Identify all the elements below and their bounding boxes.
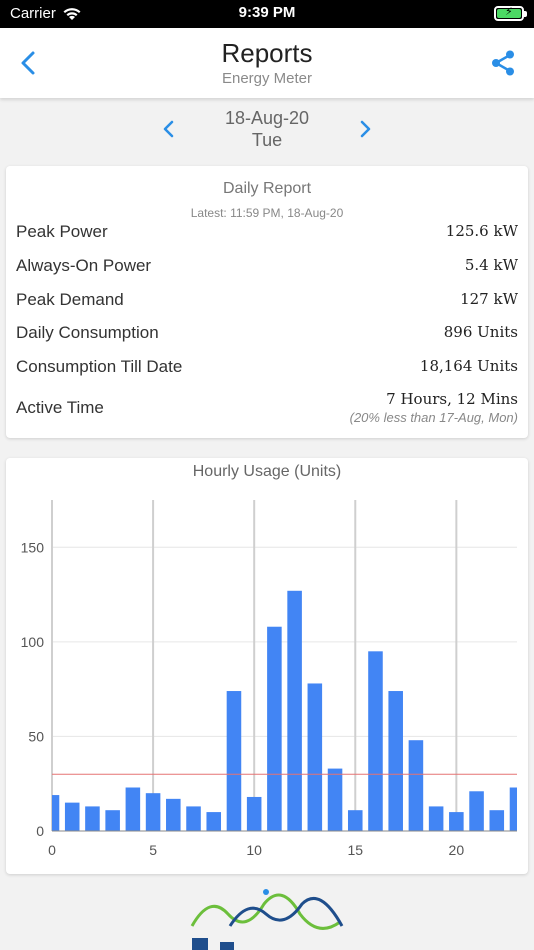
active-time-comparison: (20% less than 17-Aug, Mon) — [349, 410, 518, 425]
y-tick-label: 150 — [21, 539, 45, 555]
chart-bar — [509, 787, 517, 831]
chart-bar — [327, 768, 343, 831]
x-tick-label: 5 — [149, 842, 157, 858]
consumption-till-date-row: Consumption Till Date 18,164 Units — [16, 357, 518, 383]
chart-bar — [85, 806, 100, 831]
chart-bar — [186, 806, 201, 831]
chart-bar — [64, 802, 80, 831]
status-bar: Carrier 9:39 PM ⚡ — [0, 0, 534, 28]
chart-bar — [388, 691, 403, 831]
consumption-till-date-label: Consumption Till Date — [16, 357, 183, 376]
x-tick-label: 20 — [449, 842, 465, 858]
date-navigator: 18-Aug-20 Tue — [0, 106, 534, 156]
battery-icon: ⚡ — [494, 6, 527, 21]
chart-bar — [267, 626, 282, 831]
daily-consumption-value: 896 Units — [443, 323, 518, 341]
peak-demand-label: Peak Demand — [16, 290, 124, 309]
selected-date: 18-Aug-20 — [224, 108, 310, 128]
selected-weekday: Tue — [251, 130, 283, 150]
next-day-icon[interactable] — [354, 118, 376, 140]
chart-bar — [52, 795, 60, 831]
always-on-power-value: 5.4 kW — [464, 256, 518, 274]
page-subtitle: Energy Meter — [221, 70, 313, 87]
chart-bar — [105, 810, 120, 831]
chart-bar — [347, 810, 363, 831]
active-time-row: Active Time 7 Hours, 12 Mins (20% less t… — [16, 390, 518, 430]
chart-bar — [166, 798, 181, 831]
page-title: Reports — [221, 38, 313, 68]
peak-demand-value: 127 kW — [460, 290, 518, 308]
brand-logo — [190, 889, 344, 950]
peak-power-row: Peak Power 125.6 kW — [16, 222, 518, 248]
chart-bar — [145, 793, 161, 831]
daily-report-title: Daily Report — [222, 180, 312, 197]
chart-bar — [287, 590, 302, 831]
consumption-till-date-value: 18,164 Units — [419, 357, 518, 375]
always-on-power-label: Always-On Power — [16, 256, 152, 275]
hourly-usage-chart: 0 50 100 150 0 5 10 15 20 — [21, 500, 517, 858]
peak-demand-row: Peak Demand 127 kW — [16, 290, 518, 316]
hourly-usage-card: Hourly Usage (Units) 0 50 100 150 0 5 10 15 20 — [6, 458, 528, 874]
daily-report-card: Daily Report Latest: 11:59 PM, 18-Aug-20… — [6, 166, 528, 438]
clock: 9:39 PM — [238, 4, 296, 21]
x-tick-label: 10 — [246, 842, 262, 858]
chart-bar — [449, 812, 464, 831]
daily-consumption-row: Daily Consumption 896 Units — [16, 323, 518, 349]
share-icon[interactable] — [488, 48, 518, 78]
peak-power-label: Peak Power — [16, 222, 108, 241]
x-tick-label: 0 — [48, 842, 56, 858]
chart-bar — [469, 791, 484, 831]
nav-bar: Reports Energy Meter — [0, 28, 534, 98]
active-time-label: Active Time — [16, 398, 104, 417]
x-tick-label: 15 — [347, 842, 363, 858]
chart-bar — [428, 806, 444, 831]
chart-bar — [226, 691, 242, 831]
chart-bar — [125, 787, 141, 831]
chart-bar — [206, 812, 222, 831]
chart-bar — [307, 683, 323, 831]
chart-bar — [246, 796, 262, 831]
chart-bar — [368, 651, 383, 831]
always-on-power-row: Always-On Power 5.4 kW — [16, 256, 518, 282]
daily-consumption-label: Daily Consumption — [16, 323, 159, 342]
y-tick-label: 100 — [21, 634, 45, 650]
chart-bar — [408, 740, 424, 831]
active-time-value: 7 Hours, 12 Mins — [386, 390, 518, 408]
y-tick-label: 0 — [36, 823, 44, 839]
peak-power-value: 125.6 kW — [445, 222, 518, 240]
y-tick-label: 50 — [28, 728, 44, 744]
chart-bar — [489, 810, 505, 831]
latest-timestamp: Latest: 11:59 PM, 18-Aug-20 — [190, 206, 344, 220]
